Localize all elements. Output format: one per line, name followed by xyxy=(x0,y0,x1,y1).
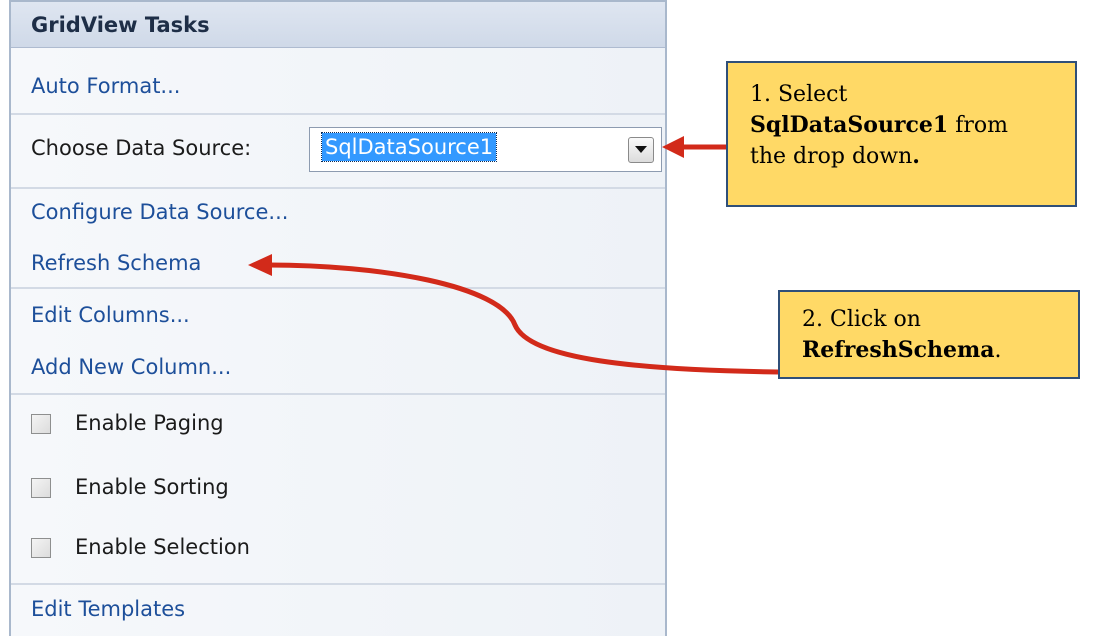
screenshot: GridView Tasks Auto Format... Choose Dat… xyxy=(0,0,1120,636)
annotation-arrows xyxy=(248,136,779,375)
red-arrow xyxy=(248,254,779,375)
red-arrow xyxy=(662,136,726,158)
